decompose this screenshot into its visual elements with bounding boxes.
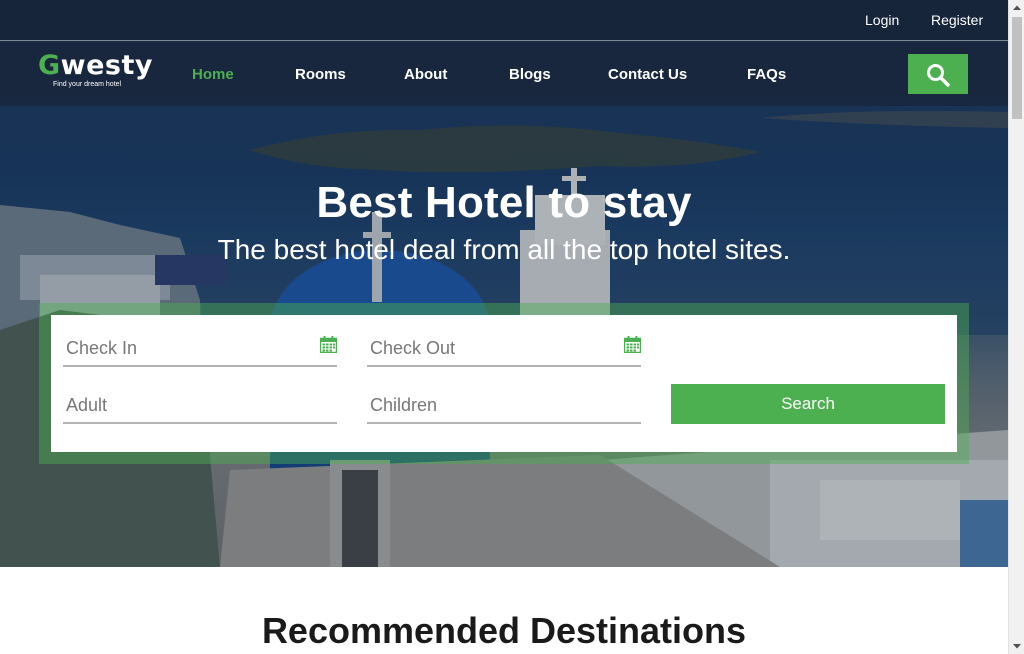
hero-section: Login Register Gwesty Find your dream ho… [0,0,1008,567]
adult-input[interactable] [63,388,337,422]
logo-wordmark: Gwesty [38,50,153,81]
login-link[interactable]: Login [865,12,899,28]
page-scrollbar[interactable] [1008,0,1024,654]
calendar-icon[interactable] [624,336,641,353]
main-navbar: Gwesty Find your dream hotel Home Rooms … [0,42,1008,106]
nav-rooms[interactable]: Rooms [295,66,346,83]
header-search-button[interactable] [908,54,968,94]
calendar-icon[interactable] [320,336,337,353]
register-link[interactable]: Register [931,12,983,28]
check-in-input[interactable] [63,331,337,365]
scroll-down-arrow-icon[interactable] [1009,638,1024,654]
hero-title: Best Hotel to stay [316,178,692,227]
logo-name: westy [60,50,154,81]
nav-faqs[interactable]: FAQs [747,66,786,83]
booking-search-form: Search [51,315,957,452]
hero-subtitle: The best hotel deal from all the top hot… [217,234,791,265]
nav-home[interactable]: Home [192,66,234,83]
nav-blogs[interactable]: Blogs [509,66,551,83]
page: Login Register Gwesty Find your dream ho… [0,0,1008,654]
check-in-field [63,331,337,367]
nav-about[interactable]: About [404,66,447,83]
children-input[interactable] [367,388,641,422]
check-out-input[interactable] [367,331,641,365]
adult-field [63,388,337,424]
top-bar: Login Register [0,0,1008,41]
logo[interactable]: Gwesty Find your dream hotel [38,50,153,92]
recommended-destinations-heading: Recommended Destinations [261,610,747,651]
check-out-field [367,331,641,367]
search-icon [927,64,950,87]
search-button[interactable]: Search [671,384,945,424]
children-field [367,388,641,424]
logo-tagline: Find your dream hotel [53,81,122,88]
nav-contact-us[interactable]: Contact Us [608,66,687,83]
scroll-up-arrow-icon[interactable] [1009,0,1024,16]
scrollbar-thumb[interactable] [1012,17,1022,119]
logo-initial: G [38,50,61,81]
